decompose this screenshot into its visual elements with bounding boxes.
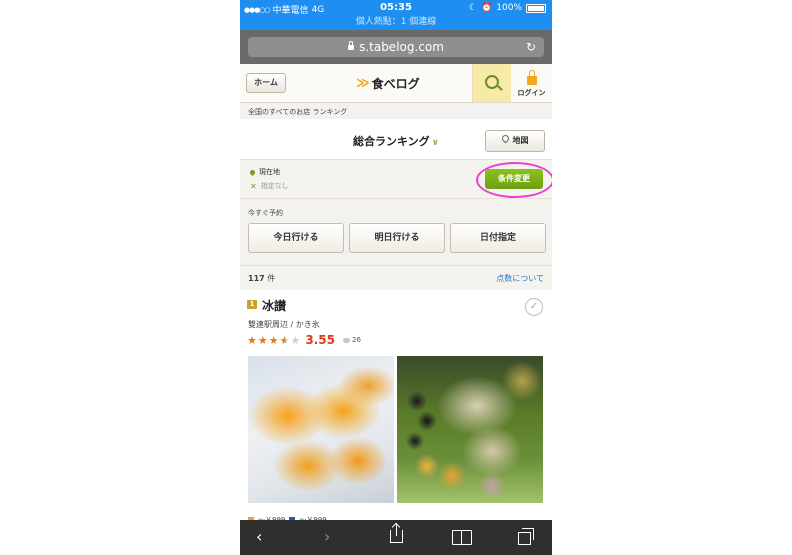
logo-mark-icon: ≫ [356,76,370,91]
status-right: ☾ ⏰ 100% [469,3,546,13]
star-half-icon: ★ [279,333,290,347]
battery-icon [526,3,546,13]
location-filter: 現在地 ✕ 指定なし 条件変更 [240,160,552,199]
restaurant-photo[interactable] [397,356,543,503]
address-bar[interactable]: s.tabelog.com ↻ [248,37,544,57]
search-icon [485,75,499,89]
comment-icon [342,337,350,343]
login-label: ログイン [517,89,546,97]
home-button[interactable]: ホーム [246,73,286,93]
search-button[interactable] [472,64,511,102]
site-logo[interactable]: ≫ 食べログ [356,75,420,92]
rating-score: 3.55 [305,333,335,347]
date-select-button[interactable]: 日付指定 [450,223,546,253]
about-score-link[interactable]: 点数について [496,273,544,284]
breadcrumb[interactable]: 全国のすべてのお店 ランキング [248,107,347,117]
today-button[interactable]: 今日行ける [248,223,344,253]
back-icon[interactable]: ‹ [256,527,262,547]
highlight-circle [476,162,552,198]
status-bar: ●●●○○ 中華電信 4G 05:35 ☾ ⏰ 100% [240,0,552,16]
restaurant-name[interactable]: 冰讃 [262,297,286,314]
star-icon: ★ [247,333,257,347]
rank-badge: 1 [247,300,257,309]
bookmarks-icon[interactable] [452,530,472,545]
star-icon: ★ [268,333,279,347]
results-count: 117 件 [248,273,275,284]
tabs-icon[interactable] [518,528,534,545]
chevron-down-icon: ∨ [431,138,439,148]
map-button[interactable]: 地図 [485,130,545,152]
location-current: 現在地 [248,167,280,177]
restaurant-photo[interactable] [248,356,394,503]
url-text: s.tabelog.com [359,40,444,54]
location-genre: ✕ 指定なし [250,181,289,191]
battery-percent: 100% [496,3,522,13]
star-icon: ★ [257,333,268,347]
genre-label: 指定なし [260,182,289,190]
results-count-unit: 件 [267,274,276,283]
fork-knife-icon: ✕ [250,181,257,191]
forward-icon[interactable]: › [324,527,330,547]
location-pin-icon [248,168,257,176]
map-label: 地図 [512,136,529,145]
share-icon[interactable] [390,524,403,543]
reload-icon[interactable]: ↻ [526,37,536,57]
moon-icon: ☾ [468,3,478,13]
check-icon[interactable]: ✓ [525,298,543,316]
logo-text: 食べログ [371,77,420,91]
ranking-title: 総合ランキング [353,135,430,148]
phone-screen: ●●●○○ 中華電信 4G 05:35 ☾ ⏰ 100% 個人熱點：1 個連線 … [240,0,552,555]
review-count: 26 [351,336,361,344]
tomorrow-button[interactable]: 明日行ける [349,223,445,253]
star-empty-icon: ★ [290,333,301,347]
map-pin-icon [500,133,510,144]
lock-icon [348,41,355,50]
location-label: 現在地 [259,168,280,176]
ranking-title-dropdown[interactable]: 総合ランキング ∨ [353,133,439,149]
results-count-row: 117 件 点数について [240,265,552,291]
restaurant-card[interactable]: 1 冰讃 ✓ 雙連駅周辺 / かき氷 ★ ★ ★ ★ ★ 3.55 26 ～￥9… [240,290,552,524]
browser-toolbar: s.tabelog.com ↻ [240,30,552,64]
lock-icon [527,70,537,85]
restaurant-area: 雙連駅周辺 / かき氷 [248,320,320,329]
login-button[interactable]: ログイン [511,64,552,102]
title-row: 総合ランキング ∨ 地図 [240,119,552,160]
results-count-number: 117 [248,274,265,283]
rating-row: ★ ★ ★ ★ ★ 3.55 26 [247,333,361,347]
hotspot-bar[interactable]: 個人熱點：1 個連線 [240,16,552,30]
browser-bottom-toolbar: ‹ › [240,520,552,555]
alarm-icon: ⏰ [481,3,493,13]
app-header: ホーム ≫ 食べログ ログイン [240,64,552,103]
reserve-label: 今すぐ予約 [248,209,283,217]
